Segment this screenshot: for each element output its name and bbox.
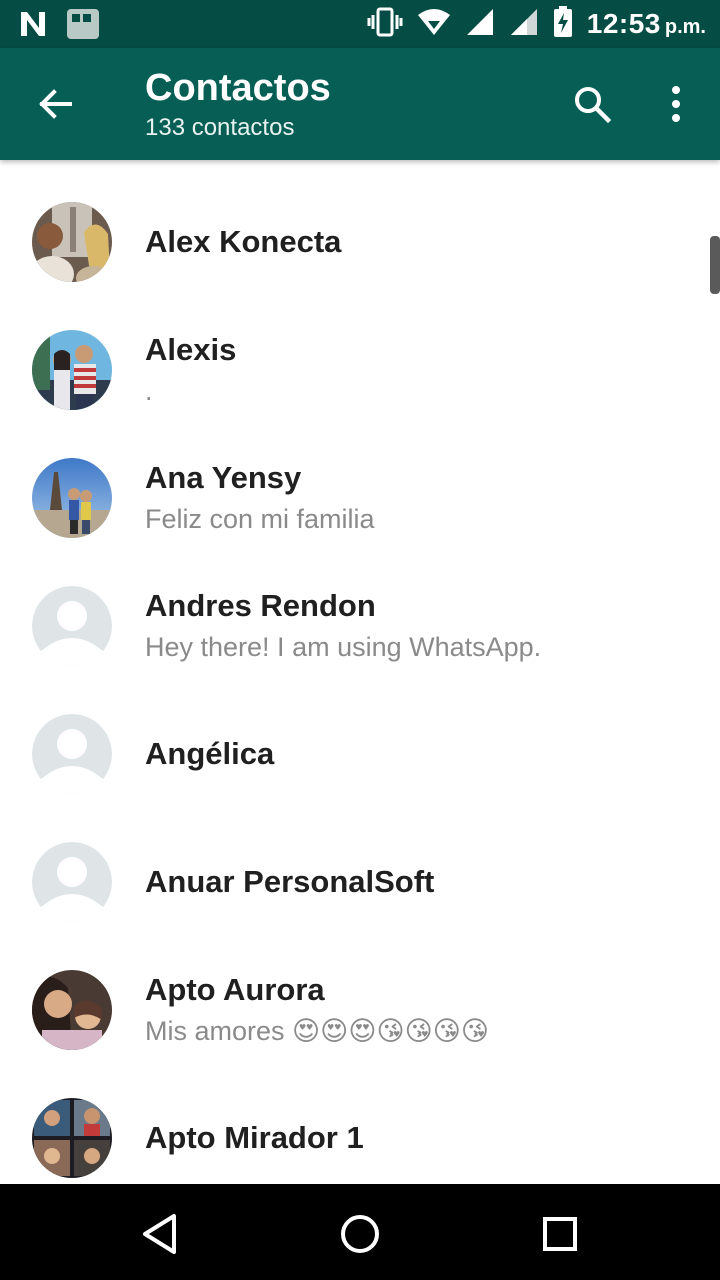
nav-back-button[interactable]	[128, 1202, 192, 1266]
title-block: Contactos 133 contactos	[145, 66, 331, 144]
contact-status: Feliz con mi familia	[145, 504, 375, 534]
contact-status: .	[145, 376, 153, 406]
contact-row[interactable]: Ana Yensy Feliz con mi familia	[0, 434, 720, 562]
contact-name: Apto Aurora	[145, 972, 325, 1007]
contact-list[interactable]: Alex Konecta Alexis . Ana Yensy Feliz co…	[0, 160, 720, 1184]
contact-row[interactable]: Alexis .	[0, 306, 720, 434]
back-triangle-icon	[143, 1214, 176, 1254]
contact-name: Andres Rendon	[145, 588, 376, 623]
contact-text: Andres Rendon Hey there! I am using What…	[145, 562, 700, 690]
vibrate-icon	[367, 7, 403, 42]
contact-text: Ana Yensy Feliz con mi familia	[145, 434, 700, 562]
contact-row[interactable]: Andres Rendon Hey there! I am using What…	[0, 562, 720, 690]
contact-row[interactable]: Anuar PersonalSoft	[0, 818, 720, 946]
contact-row[interactable]: Angélica	[0, 690, 720, 818]
contact-name: Angélica	[145, 736, 275, 771]
battery-charging-icon	[553, 5, 573, 43]
contact-text: Apto Aurora Mis amores 😍😍😍😘😘😘😘	[145, 946, 700, 1074]
contact-name: Ana Yensy	[145, 460, 302, 495]
search-icon	[575, 87, 612, 124]
contact-name: Alexis	[145, 332, 237, 367]
avatar[interactable]	[32, 970, 112, 1050]
more-options-button[interactable]	[652, 72, 700, 136]
wifi-icon	[417, 7, 451, 42]
app-bar: Contactos 133 contactos	[0, 48, 720, 160]
contact-row[interactable]: Apto Mirador 1	[0, 1074, 720, 1184]
search-button[interactable]	[560, 72, 624, 136]
signal-icon	[509, 7, 539, 42]
signal-icon	[465, 7, 495, 42]
contact-text: Alexis .	[145, 306, 700, 434]
default-avatar-icon[interactable]	[32, 714, 112, 794]
screen: 12:53 p.m. Contactos 133 contactos Alex …	[0, 0, 720, 1280]
contact-name: Alex Konecta	[145, 224, 342, 259]
contact-name: Anuar PersonalSoft	[145, 864, 435, 899]
contact-text: Apto Mirador 1	[145, 1074, 700, 1184]
contact-name: Apto Mirador 1	[145, 1120, 364, 1155]
contact-text: Alex Konecta	[145, 178, 700, 306]
contact-row[interactable]: Alex Konecta	[0, 178, 720, 306]
page-title: Contactos	[145, 67, 331, 109]
scrollbar-thumb[interactable]	[710, 236, 720, 294]
status-time: 12:53 p.m.	[587, 8, 706, 40]
default-avatar-icon[interactable]	[32, 586, 112, 666]
gallery-icon	[66, 8, 100, 45]
more-vert-icon	[672, 86, 680, 122]
navigation-bar	[0, 1184, 720, 1280]
back-button[interactable]	[24, 72, 88, 136]
avatar[interactable]	[32, 458, 112, 538]
contact-text: Anuar PersonalSoft	[145, 818, 700, 946]
contact-text: Angélica	[145, 690, 700, 818]
clock-time: 12:53	[586, 8, 661, 39]
avatar[interactable]	[32, 1098, 112, 1178]
status-bar: 12:53 p.m.	[0, 0, 720, 48]
default-avatar-icon[interactable]	[32, 842, 112, 922]
notification-n-icon	[18, 9, 48, 44]
contact-row[interactable]: Apto Aurora Mis amores 😍😍😍😘😘😘😘	[0, 946, 720, 1074]
recents-square-icon	[543, 1217, 577, 1251]
avatar[interactable]	[32, 202, 112, 282]
arrow-back-icon	[39, 89, 72, 119]
contact-count: 133 contactos	[145, 114, 295, 141]
nav-home-button[interactable]	[328, 1202, 392, 1266]
nav-recents-button[interactable]	[528, 1202, 592, 1266]
avatar[interactable]	[32, 330, 112, 410]
contact-status: Mis amores 😍😍😍😘😘😘😘	[145, 1016, 490, 1046]
contact-status: Hey there! I am using WhatsApp.	[145, 632, 542, 662]
clock-ampm: p.m.	[664, 16, 706, 38]
home-circle-icon	[341, 1215, 379, 1253]
